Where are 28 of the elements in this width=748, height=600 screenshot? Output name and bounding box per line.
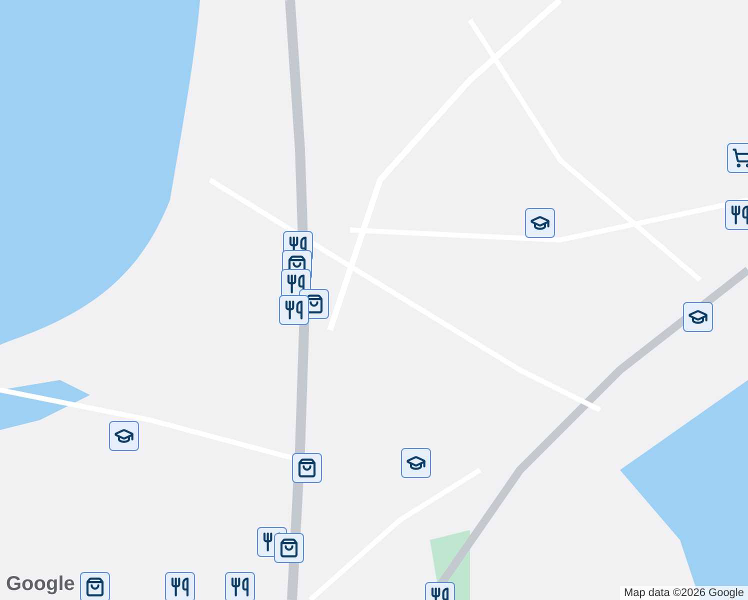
map-marker[interactable] [80, 572, 110, 600]
fork-knife-icon [730, 205, 748, 225]
map-attribution: Map data ©2026 Google [620, 586, 748, 600]
shopping-bag-icon [279, 538, 299, 558]
graduation-cap-icon [530, 213, 550, 233]
logo: Google [6, 573, 75, 596]
map-marker[interactable] [274, 533, 304, 563]
fork-knife-icon [262, 532, 282, 552]
fork-knife-icon [286, 274, 306, 294]
graduation-cap-icon [688, 307, 708, 327]
fork-knife-icon [230, 577, 250, 597]
map-marker[interactable] [225, 572, 255, 600]
map-marker[interactable] [725, 200, 748, 230]
map-marker[interactable] [727, 143, 748, 173]
map-marker[interactable] [401, 448, 431, 478]
map-marker[interactable] [109, 421, 139, 451]
map-marker[interactable] [683, 302, 713, 332]
fork-knife-icon [284, 300, 304, 320]
fork-knife-icon [170, 577, 190, 597]
map-marker[interactable] [279, 295, 309, 325]
map-marker[interactable] [292, 453, 322, 483]
graduation-cap-icon [406, 453, 426, 473]
map-marker[interactable] [165, 572, 195, 600]
graduation-cap-icon [114, 426, 134, 446]
shopping-bag-icon [297, 458, 317, 478]
shopping-bag-icon [85, 577, 105, 597]
shopping-cart-icon [732, 148, 748, 168]
map-marker[interactable] [525, 208, 555, 238]
